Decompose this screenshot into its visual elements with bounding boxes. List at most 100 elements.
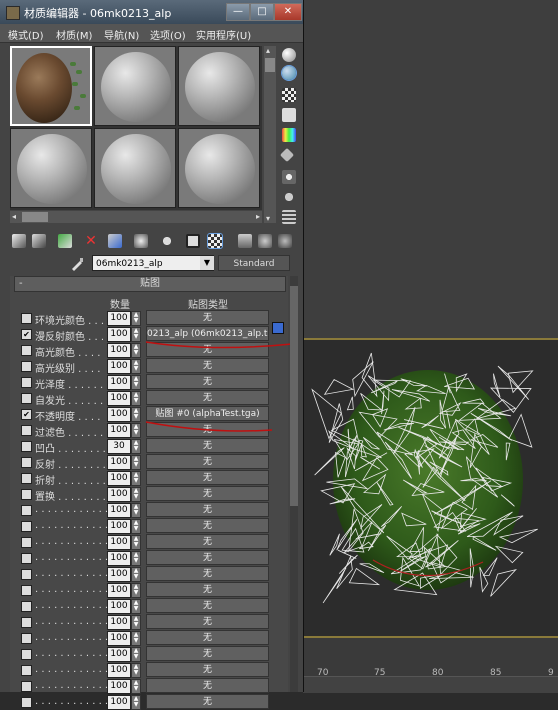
amount-field[interactable]: 100 (107, 663, 131, 678)
map-enable-checkbox[interactable] (21, 617, 32, 628)
spinner-arrows[interactable]: ▲ ▼ (131, 631, 141, 646)
put-to-scene-icon[interactable] (32, 234, 46, 248)
map-slot-button[interactable]: 无 (146, 614, 269, 629)
map-enable-checkbox[interactable] (21, 697, 32, 708)
make-unique-icon[interactable] (108, 234, 122, 248)
map-slot-button[interactable]: 无 (146, 534, 269, 549)
sample-slot-4[interactable] (10, 128, 92, 208)
map-slot-button[interactable]: 无 (146, 518, 269, 533)
perspective-viewport[interactable] (303, 338, 558, 638)
map-enable-checkbox[interactable] (21, 505, 32, 516)
timeline-ruler[interactable]: 70 75 80 85 9 (303, 656, 558, 678)
rollout-scrollbar[interactable] (290, 276, 298, 692)
menu-mode[interactable]: 模式(D) (8, 27, 44, 42)
map-slot-button[interactable]: 无 (146, 502, 269, 517)
amount-field[interactable]: 100 (107, 647, 131, 662)
slots-vertical-scrollbar[interactable]: ▴ ▾ (264, 46, 276, 223)
scroll-up-icon[interactable]: ▴ (266, 46, 270, 55)
material-name-field[interactable]: 06mk0213_alp (92, 255, 214, 271)
map-enable-checkbox[interactable] (21, 537, 32, 548)
map-slot-button[interactable]: 无 (146, 678, 269, 693)
material-id-icon[interactable] (160, 234, 174, 248)
menu-navigation[interactable]: 导航(N) (104, 27, 139, 42)
map-enable-checkbox[interactable] (21, 585, 32, 596)
map-slot-button[interactable]: 无 (146, 598, 269, 613)
amount-field[interactable]: 100 (107, 487, 131, 502)
map-enable-checkbox[interactable] (21, 649, 32, 660)
spinner-arrows[interactable]: ▲ ▼ (131, 599, 141, 614)
spinner-arrows[interactable]: ▲ ▼ (131, 567, 141, 582)
spinner-arrows[interactable]: ▲ ▼ (131, 663, 141, 678)
background-icon[interactable] (282, 88, 296, 102)
scroll-right-icon[interactable]: ▸ (256, 212, 260, 221)
show-end-result-icon[interactable] (207, 233, 223, 249)
chevron-down-icon[interactable]: ▼ (200, 256, 214, 270)
make-preview-icon[interactable] (279, 147, 295, 163)
map-slot-button[interactable]: 无 (146, 486, 269, 501)
spinner-arrows[interactable]: ▲ ▼ (131, 503, 141, 518)
map-slot-button[interactable]: 无 (146, 694, 269, 709)
map-enable-checkbox[interactable] (21, 681, 32, 692)
menu-utilities[interactable]: 实用程序(U) (196, 27, 251, 42)
spinner-arrows[interactable]: ▲ ▼ (131, 695, 141, 710)
slots-horizontal-scrollbar[interactable]: ◂ ▸ (10, 211, 262, 223)
menu-material[interactable]: 材质(M) (56, 27, 92, 42)
go-to-parent-icon[interactable] (238, 234, 252, 248)
scroll-left-icon[interactable]: ◂ (12, 212, 16, 221)
eyedropper-icon[interactable] (70, 257, 84, 271)
amount-field[interactable]: 100 (107, 503, 131, 518)
assign-to-selection-icon[interactable] (58, 234, 72, 248)
map-enable-checkbox[interactable] (21, 665, 32, 676)
show-map-icon[interactable] (186, 234, 200, 248)
scroll-thumb[interactable] (290, 286, 298, 506)
map-enable-checkbox[interactable] (21, 521, 32, 532)
backlight-icon[interactable] (281, 65, 297, 81)
scroll-thumb[interactable] (265, 58, 275, 72)
material-navigator-icon[interactable] (278, 234, 292, 248)
spinner-arrows[interactable]: ▲ ▼ (131, 615, 141, 630)
go-forward-icon[interactable] (258, 234, 272, 248)
map-enable-checkbox[interactable] (21, 489, 32, 500)
amount-field[interactable]: 100 (107, 695, 131, 710)
amount-field[interactable]: 100 (107, 599, 131, 614)
viewport-panel[interactable]: 70 75 80 85 9 (303, 0, 558, 693)
select-by-material-icon[interactable] (282, 190, 296, 204)
put-to-library-icon[interactable] (134, 234, 148, 248)
minimize-button[interactable]: — (226, 3, 250, 21)
material-type-button[interactable]: Standard (218, 255, 290, 271)
amount-field[interactable]: 100 (107, 519, 131, 534)
material-map-navigator-icon[interactable] (282, 210, 296, 224)
close-button[interactable]: ✕ (274, 3, 302, 21)
amount-field[interactable]: 100 (107, 551, 131, 566)
amount-field[interactable]: 100 (107, 567, 131, 582)
map-enable-checkbox[interactable] (21, 553, 32, 564)
spinner-arrows[interactable]: ▲ ▼ (131, 583, 141, 598)
spinner-arrows[interactable]: ▲ ▼ (131, 519, 141, 534)
amount-field[interactable]: 100 (107, 583, 131, 598)
sample-slot-1[interactable] (10, 46, 92, 126)
map-enable-checkbox[interactable] (21, 601, 32, 612)
sample-type-icon[interactable] (282, 48, 296, 62)
map-slot-button[interactable]: 无 (146, 662, 269, 677)
sample-slot-6[interactable] (178, 128, 260, 208)
map-enable-checkbox[interactable] (21, 633, 32, 644)
get-material-icon[interactable] (12, 234, 26, 248)
menu-options[interactable]: 选项(O) (150, 27, 186, 42)
sample-slot-5[interactable] (94, 128, 176, 208)
scroll-down-icon[interactable]: ▾ (266, 214, 270, 223)
amount-field[interactable]: 100 (107, 615, 131, 630)
map-slot-button[interactable]: 无 (146, 550, 269, 565)
spinner-arrows[interactable]: ▲ ▼ (131, 535, 141, 550)
amount-field[interactable]: 100 (107, 631, 131, 646)
spinner-arrows[interactable]: ▲ ▼ (131, 647, 141, 662)
uv-tiling-icon[interactable] (282, 108, 296, 122)
spinner-arrows[interactable]: ▲ ▼ (131, 551, 141, 566)
sample-slot-3[interactable] (178, 46, 260, 126)
spinner-arrows[interactable]: ▲ ▼ (131, 487, 141, 502)
sample-slot-2[interactable] (94, 46, 176, 126)
map-enable-checkbox[interactable] (21, 569, 32, 580)
scroll-thumb[interactable] (22, 212, 48, 222)
options-icon[interactable] (282, 170, 296, 184)
video-color-check-icon[interactable] (282, 128, 296, 142)
map-slot-button[interactable]: 无 (146, 630, 269, 645)
